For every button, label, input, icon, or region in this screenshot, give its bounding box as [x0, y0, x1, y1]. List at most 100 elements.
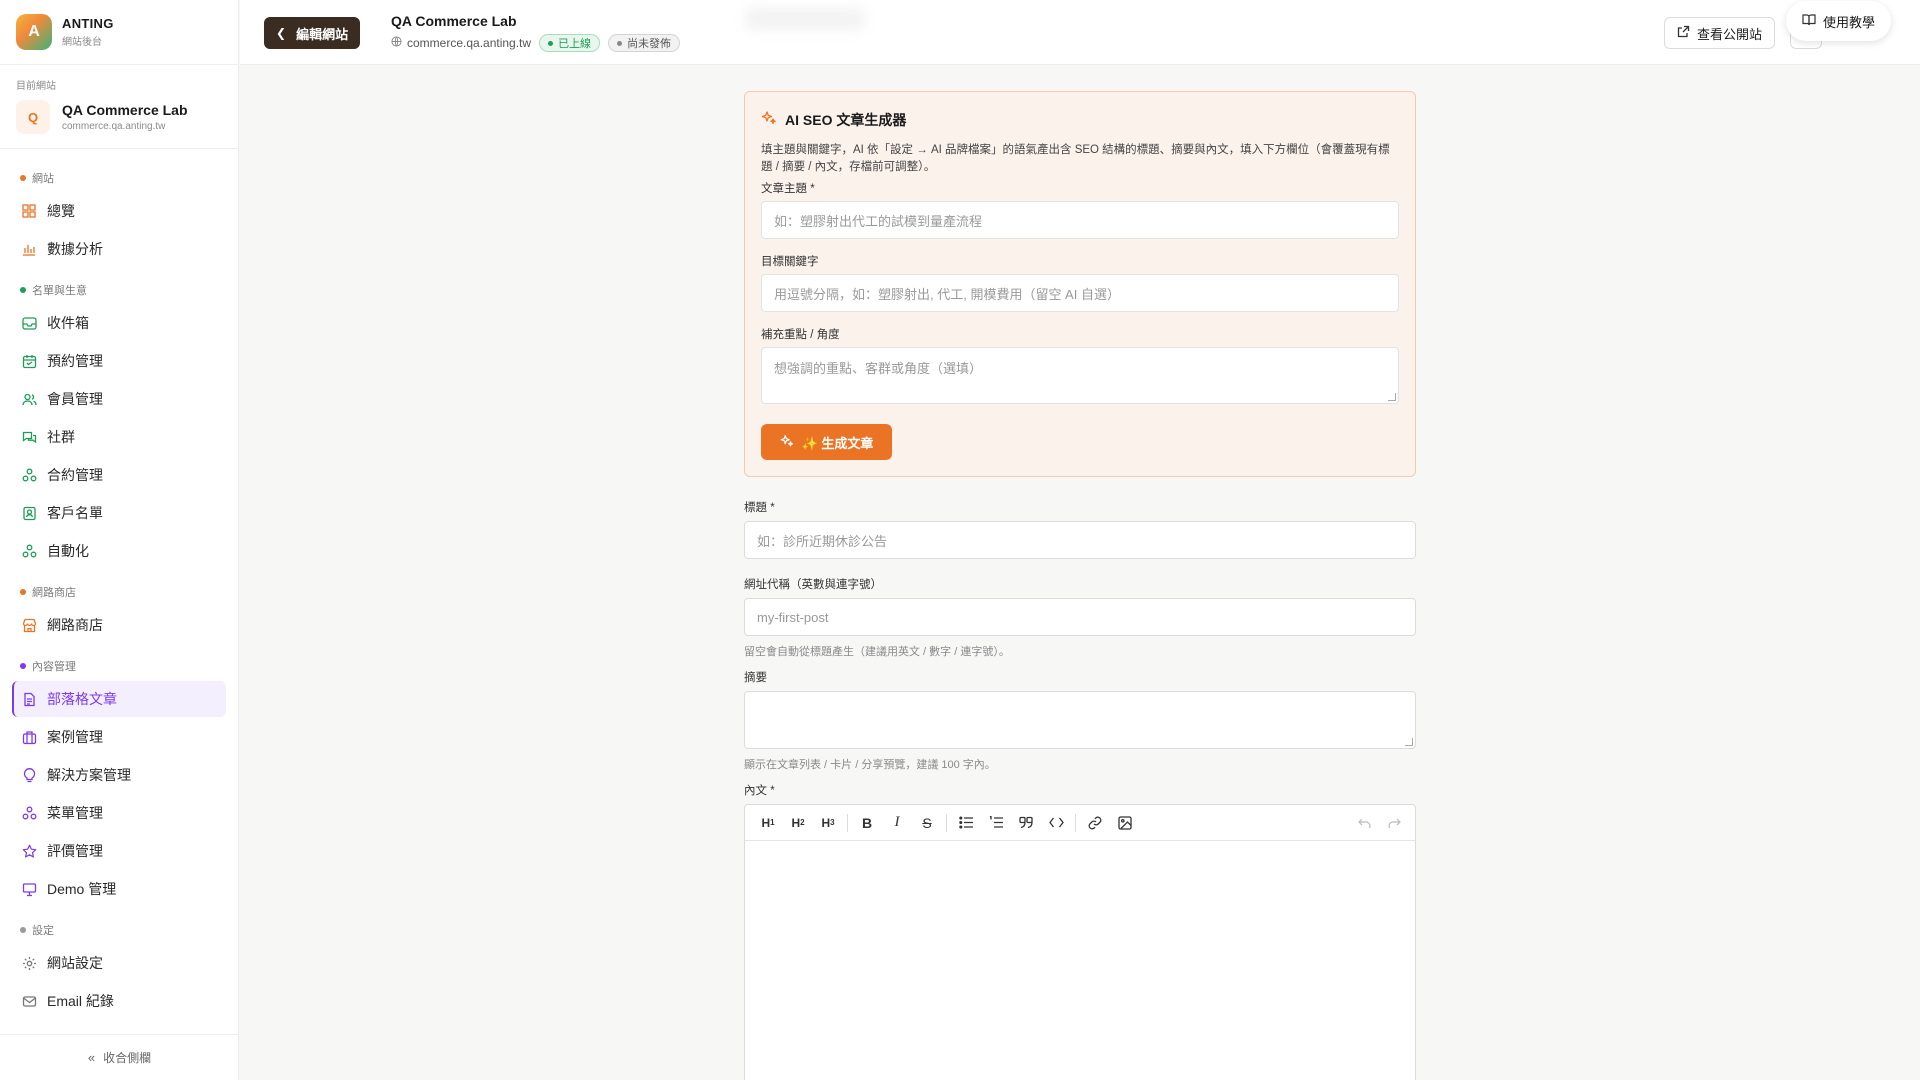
- edit-site-button[interactable]: ❮ 編輯網站: [264, 17, 361, 49]
- quote-icon[interactable]: [1011, 809, 1041, 837]
- current-site-switcher[interactable]: 目前網站 Q QA Commerce Lab commerce.qa.antin…: [0, 65, 238, 149]
- current-site-name: QA Commerce Lab: [62, 102, 188, 118]
- angle-textarea[interactable]: 想強調的重點、客群或角度（選填）: [761, 347, 1399, 404]
- current-site-caption: 目前網站: [16, 81, 56, 92]
- presentation-icon: [21, 881, 37, 897]
- link-icon[interactable]: [1080, 809, 1110, 837]
- sidebar-item-overview[interactable]: 總覽: [12, 193, 226, 229]
- keywords-label: 目標關鍵字: [761, 256, 819, 268]
- chat-icon: [21, 429, 37, 445]
- view-public-site-label: 查看公開站: [1697, 26, 1763, 42]
- undo-icon[interactable]: [1349, 809, 1379, 837]
- heading2-icon[interactable]: H2: [783, 809, 813, 837]
- brand-header: A ANTING 網站後台: [0, 0, 238, 65]
- group-dot-icon: [20, 927, 26, 933]
- book-icon: [1802, 13, 1816, 29]
- nav-group-content: 內容管理: [0, 657, 238, 675]
- sidebar-item-customers[interactable]: 客戶名單: [12, 495, 226, 531]
- brand-logo[interactable]: A: [16, 14, 52, 50]
- sidebar-item-reviews[interactable]: 評價管理: [12, 833, 226, 869]
- post-form: 標題 * 如：診所近期休診公告 網址代稱（英數與連字號） my-first-po…: [744, 499, 1416, 1080]
- current-site-domain: commerce.qa.anting.tw: [62, 121, 166, 132]
- resize-handle-icon[interactable]: [1405, 738, 1413, 746]
- heading1-icon[interactable]: H1: [753, 809, 783, 837]
- sidebar-item-contracts[interactable]: 合約管理: [12, 457, 226, 493]
- site-domain[interactable]: commerce.qa.anting.tw: [407, 36, 531, 50]
- summary-hint: 顯示在文章列表 / 卡片 / 分享預覽，建議 100 字內。: [744, 759, 996, 771]
- sidebar-item-shop[interactable]: 網路商店: [12, 607, 226, 643]
- bullet-list-icon[interactable]: [951, 809, 981, 837]
- sidebar-item-blog-posts[interactable]: 部落格文章: [12, 681, 226, 717]
- users-icon: [21, 391, 37, 407]
- contact-icon: [21, 505, 37, 521]
- status-badge-live: 已上線: [539, 34, 601, 52]
- sidebar-item-bookings[interactable]: 預約管理: [12, 343, 226, 379]
- collapse-sidebar-label: 收合側欄: [103, 1051, 152, 1065]
- document-icon: [21, 691, 37, 707]
- sidebar-item-label: 社群: [47, 429, 75, 445]
- keywords-input[interactable]: 用逗號分隔，如：塑膠射出, 代工, 開模費用（留空 AI 自選）: [761, 274, 1399, 312]
- resize-handle-icon[interactable]: [1388, 393, 1396, 401]
- chevron-left-icon: ❮: [276, 26, 287, 40]
- topic-input[interactable]: 如：塑膠射出代工的試模到量產流程: [761, 201, 1399, 239]
- tutorial-button[interactable]: 使用教學: [1786, 1, 1892, 41]
- slug-input[interactable]: my-first-post: [744, 598, 1416, 636]
- italic-icon[interactable]: I: [882, 809, 912, 837]
- sidebar-item-label: 自動化: [47, 543, 89, 559]
- collapse-sidebar-button[interactable]: « 收合側欄: [0, 1034, 239, 1080]
- group-dot-icon: [20, 287, 26, 293]
- nav-group-shop: 網路商店: [0, 583, 238, 601]
- mail-icon: [21, 993, 37, 1009]
- view-public-site-button[interactable]: 查看公開站: [1664, 17, 1776, 49]
- group-dot-icon: [20, 175, 26, 181]
- sidebar-item-site-settings[interactable]: 網站設定: [12, 945, 226, 981]
- brand-name: ANTING: [62, 16, 114, 31]
- top-bar: ❮ 編輯網站 QA Commerce Lab commerce.qa.antin…: [240, 0, 1920, 65]
- nav-group-site: 網站: [0, 169, 238, 187]
- sidebar-item-menus[interactable]: 菜單管理: [12, 795, 226, 831]
- sidebar-item-label: 案例管理: [47, 729, 103, 745]
- sidebar-item-demos[interactable]: Demo 管理: [12, 871, 226, 907]
- sidebar-item-solutions[interactable]: 解決方案管理: [12, 757, 226, 793]
- sidebar-item-cases[interactable]: 案例管理: [12, 719, 226, 755]
- calendar-icon: [21, 353, 37, 369]
- sidebar-item-label: 數據分析: [47, 241, 103, 257]
- sidebar-item-label: 客戶名單: [47, 505, 103, 521]
- site-badge: Q: [16, 100, 50, 134]
- sidebar-item-members[interactable]: 會員管理: [12, 381, 226, 417]
- sidebar-item-label: 收件箱: [47, 315, 89, 331]
- summary-textarea[interactable]: [744, 691, 1416, 749]
- code-icon[interactable]: [1041, 809, 1071, 837]
- sidebar-item-analytics[interactable]: 數據分析: [12, 231, 226, 267]
- rich-text-editor[interactable]: H1 H2 H3 B I S: [744, 804, 1416, 1080]
- workflow-icon: [21, 805, 37, 821]
- nav-group-leads: 名單與生意: [0, 281, 238, 299]
- sidebar-item-label: Email 紀錄: [47, 993, 114, 1009]
- redo-icon[interactable]: [1379, 809, 1409, 837]
- tutorial-label: 使用教學: [1823, 14, 1876, 30]
- sidebar-nav: 網站 總覽 數據分析 名單與生意 收件箱 預約管理 會員管理 社群 合約管理 客…: [0, 149, 238, 1019]
- image-icon[interactable]: [1110, 809, 1140, 837]
- blurred-overlay: [745, 8, 865, 30]
- sidebar-item-automation[interactable]: 自動化: [12, 533, 226, 569]
- sidebar-item-label: 評價管理: [47, 843, 103, 859]
- heading3-icon[interactable]: H3: [813, 809, 843, 837]
- sidebar-item-community[interactable]: 社群: [12, 419, 226, 455]
- strikethrough-icon[interactable]: S: [912, 809, 942, 837]
- lightbulb-icon: [21, 767, 37, 783]
- generate-article-button[interactable]: ✨ 生成文章: [761, 424, 892, 460]
- title-input[interactable]: 如：診所近期休診公告: [744, 521, 1416, 559]
- bar-chart-icon: [21, 241, 37, 257]
- sidebar-item-label: 部落格文章: [47, 691, 117, 707]
- gear-icon: [21, 955, 37, 971]
- ordered-list-icon[interactable]: [981, 809, 1011, 837]
- sidebar-item-inbox[interactable]: 收件箱: [12, 305, 226, 341]
- ai-seo-generator-card: AI SEO 文章生成器 填主題與關鍵字，AI 依「設定 → AI 品牌檔案」的…: [744, 91, 1416, 477]
- double-chevron-left-icon: «: [87, 1050, 96, 1065]
- bold-icon[interactable]: B: [852, 809, 882, 837]
- topic-label: 文章主題 *: [761, 183, 815, 195]
- post-editor: AI SEO 文章生成器 填主題與關鍵字，AI 依「設定 → AI 品牌檔案」的…: [744, 91, 1416, 1080]
- sidebar: A ANTING 網站後台 目前網站 Q QA Commerce Lab com…: [0, 0, 239, 1080]
- sidebar-item-label: 網站設定: [47, 955, 103, 971]
- sidebar-item-email-log[interactable]: Email 紀錄: [12, 983, 226, 1019]
